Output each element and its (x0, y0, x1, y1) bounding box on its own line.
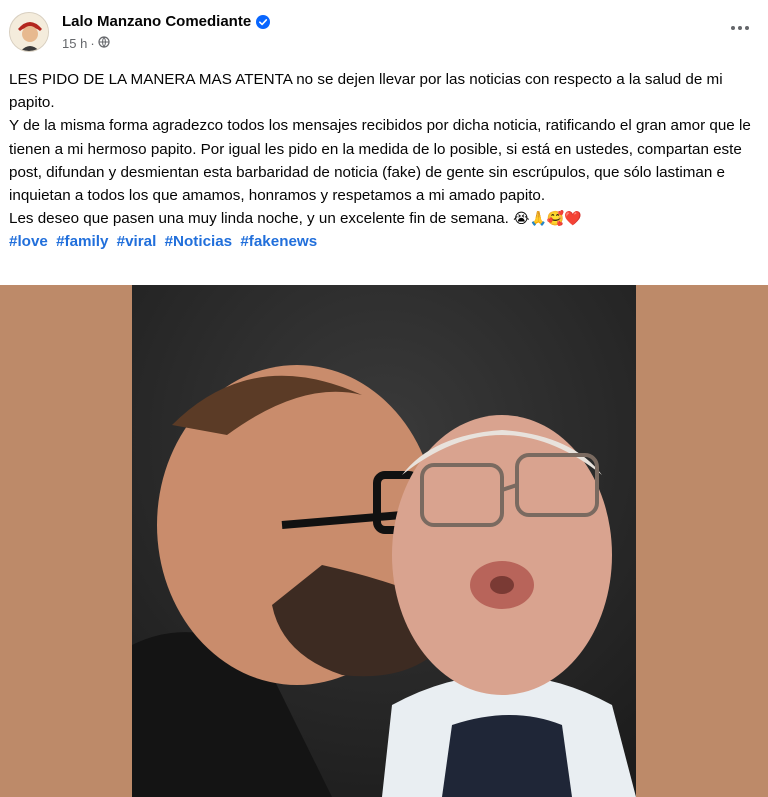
facebook-post: Lalo Manzano Comediante 15 h · LES PIDO … (0, 0, 768, 797)
emoji-sequence: 😭🙏🥰❤️ (513, 210, 582, 227)
hashtag-family[interactable]: #family (56, 233, 108, 250)
post-paragraph-3-text: Les deseo que pasen una muy linda noche,… (9, 210, 509, 228)
post-paragraph-3: Les deseo que pasen una muy linda noche,… (9, 207, 761, 230)
more-options-icon[interactable] (728, 16, 752, 40)
hashtag-love[interactable]: #love (9, 233, 48, 250)
author-name-text[interactable]: Lalo Manzano Comediante (62, 13, 251, 30)
verified-badge-icon (256, 14, 271, 29)
post-meta: 15 h · (62, 36, 110, 51)
post-paragraph-2: Y de la misma forma agradezco todos los … (9, 117, 751, 205)
post-timestamp[interactable]: 15 h (62, 36, 87, 51)
hashtag-noticias[interactable]: #Noticias (165, 233, 233, 250)
post-text: LES PIDO DE LA MANERA MAS ATENTA no se d… (9, 68, 761, 254)
post-photo[interactable] (132, 285, 636, 797)
author-name[interactable]: Lalo Manzano Comediante (62, 13, 271, 30)
meta-separator: · (90, 36, 95, 51)
post-header: Lalo Manzano Comediante 15 h · (0, 0, 768, 62)
hashtag-viral[interactable]: #viral (117, 233, 157, 250)
hashtag-list: #love #family #viral #Noticias #fakenews (9, 230, 761, 253)
post-image-container[interactable] (0, 285, 768, 797)
author-avatar[interactable] (9, 12, 49, 52)
globe-icon[interactable] (98, 36, 110, 51)
post-paragraph-1: LES PIDO DE LA MANERA MAS ATENTA no se d… (9, 71, 723, 112)
hashtag-fakenews[interactable]: #fakenews (240, 233, 317, 250)
